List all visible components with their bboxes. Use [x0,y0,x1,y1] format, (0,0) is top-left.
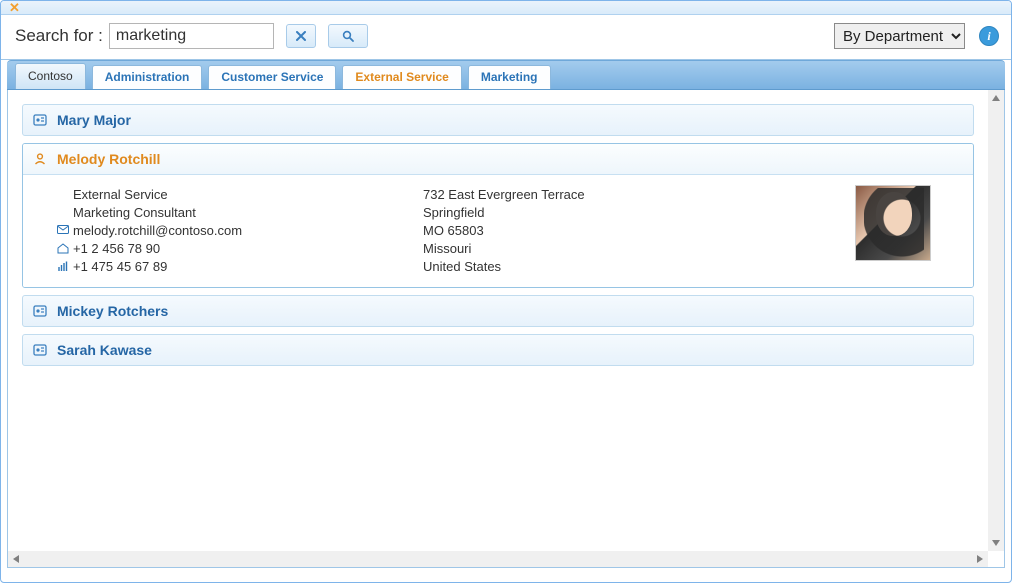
scroll-up-icon[interactable] [988,90,1004,106]
contact-column: External Service Marketing Consultant me… [53,185,423,275]
root-tab[interactable]: Contoso [15,63,86,89]
vertical-scrollbar[interactable] [988,90,1004,551]
horizontal-scrollbar[interactable] [8,551,988,567]
address-line: 732 East Evergreen Terrace [423,187,585,202]
person-department: External Service [73,187,168,202]
address-line: Springfield [423,205,484,220]
email-icon [53,225,73,235]
app-window: ✕ Search for : By Department i Contoso A… [0,0,1012,583]
tab-external-service[interactable]: External Service [342,65,461,89]
view-mode-dropdown[interactable]: By Department [834,23,965,49]
tab-marketing[interactable]: Marketing [468,65,551,89]
tab-customer-service[interactable]: Customer Service [208,65,336,89]
scroll-right-icon[interactable] [972,551,988,567]
search-label: Search for : [15,26,103,46]
person-badge-icon [33,113,47,127]
person-name: Mickey Rotchers [57,303,168,319]
person-name: Melody Rotchill [57,151,160,167]
person-active-icon [33,152,47,166]
address-column: 732 East Evergreen Terrace Springfield M… [423,185,763,275]
tabstrip: Contoso Administration Customer Service … [7,60,1005,90]
address-line: MO 65803 [423,223,484,238]
mobile-phone-icon [53,261,73,272]
person-card-collapsed[interactable]: Mickey Rotchers [22,295,974,327]
address-line: United States [423,259,501,274]
info-icon: i [987,29,990,44]
search-input[interactable] [109,23,274,49]
person-name: Mary Major [57,112,131,128]
close-icon [296,31,306,41]
home-phone-icon [53,243,73,254]
person-badge-icon [33,343,47,357]
person-card-collapsed[interactable]: Mary Major [22,104,974,136]
scroll-down-icon[interactable] [988,535,1004,551]
person-badge-icon [33,304,47,318]
clear-search-button[interactable] [286,24,316,48]
info-button[interactable]: i [979,26,999,46]
tab-administration[interactable]: Administration [92,65,203,89]
address-line: Missouri [423,241,471,256]
toolbar: Search for : By Department i [1,15,1011,60]
person-phone-mobile: +1 475 45 67 89 [73,259,167,274]
search-button[interactable] [328,24,368,48]
content-scroll: Mary Major Melody Rotchill External Serv… [8,90,988,551]
titlebar: ✕ [1,1,1011,15]
person-title: Marketing Consultant [73,205,196,220]
person-name: Sarah Kawase [57,342,152,358]
scroll-left-icon[interactable] [8,551,24,567]
close-icon[interactable]: ✕ [9,0,20,16]
content-area: Mary Major Melody Rotchill External Serv… [7,90,1005,568]
person-card-expanded: Melody Rotchill External Service Marketi… [22,143,974,288]
person-card-body: External Service Marketing Consultant me… [23,175,973,287]
avatar-column [763,185,959,275]
person-card-collapsed[interactable]: Sarah Kawase [22,334,974,366]
avatar [855,185,931,261]
magnifier-icon [342,30,354,42]
person-email: melody.rotchill@contoso.com [73,223,242,238]
person-card-header[interactable]: Melody Rotchill [23,144,973,175]
person-phone-home: +1 2 456 78 90 [73,241,160,256]
